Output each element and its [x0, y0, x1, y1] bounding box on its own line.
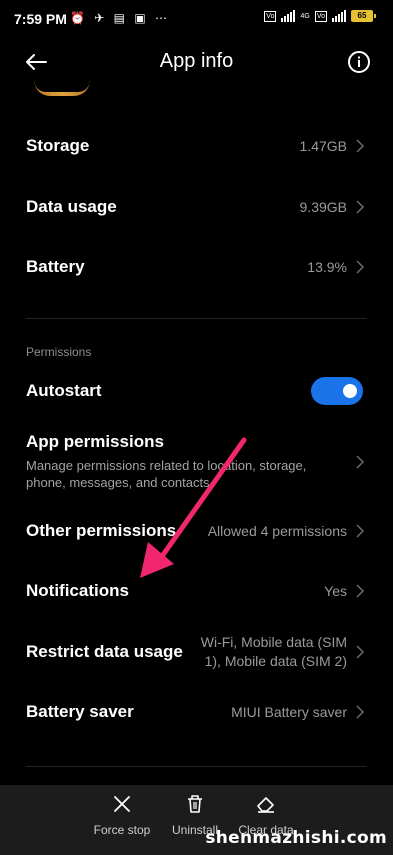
autostart-toggle[interactable]	[311, 377, 363, 405]
chevron-right-icon	[356, 524, 365, 538]
data-usage-row[interactable]: Data usage 9.39GB	[0, 192, 393, 222]
restrict-data-usage-row[interactable]: Restrict data usage Wi-Fi, Mobile data (…	[0, 632, 393, 672]
restrict-data-usage-label: Restrict data usage	[26, 642, 183, 661]
watermark: shenmazhishi.com	[205, 828, 387, 848]
volte-icon-2: Vo	[314, 10, 327, 22]
network-type: 4G	[300, 12, 310, 20]
battery-row[interactable]: Battery 13.9%	[0, 252, 393, 282]
storage-value: 1.47GB	[299, 138, 347, 154]
app-permissions-label: App permissions	[26, 432, 164, 451]
data-usage-value: 9.39GB	[299, 199, 347, 215]
chevron-right-icon	[356, 455, 365, 469]
close-icon	[114, 796, 130, 812]
eraser-icon	[257, 797, 274, 813]
restrict-data-usage-value: Wi-Fi, Mobile data (SIM 1), Mobile data …	[201, 633, 347, 671]
storage-row[interactable]: Storage 1.47GB	[0, 131, 393, 161]
notification-icons: ⏰ ✈ ▤ ▣ ⋯	[70, 11, 171, 25]
status-time: 7:59 PM	[14, 11, 67, 27]
battery-saver-label: Battery saver	[26, 702, 134, 721]
chevron-right-icon	[356, 645, 365, 659]
divider	[26, 766, 367, 767]
permissions-section-header: Permissions	[26, 345, 92, 359]
autostart-row[interactable]: Autostart	[0, 376, 393, 406]
chevron-right-icon	[356, 584, 365, 598]
info-icon[interactable]	[347, 50, 371, 74]
restrict-data-value-line1: Wi-Fi, Mobile data (SIM	[200, 634, 347, 650]
divider	[26, 318, 367, 319]
chevron-right-icon	[356, 139, 365, 153]
battery-icon: 65	[351, 10, 376, 22]
notifications-label: Notifications	[26, 581, 129, 600]
other-permissions-row[interactable]: Other permissions Allowed 4 permissions	[0, 516, 393, 546]
signal-icon-2	[332, 10, 346, 22]
autostart-label: Autostart	[26, 381, 102, 400]
battery-value: 13.9%	[307, 259, 347, 275]
signal-icon	[281, 10, 296, 22]
battery-label: Battery	[26, 257, 85, 276]
trash-icon	[188, 795, 202, 813]
toggle-knob	[343, 384, 357, 398]
force-stop-label: Force stop	[93, 823, 151, 837]
other-permissions-value: Allowed 4 permissions	[207, 523, 347, 539]
chevron-right-icon	[356, 260, 365, 274]
data-usage-label: Data usage	[26, 197, 117, 216]
status-icons: Vo 4G Vo 65	[264, 10, 376, 22]
battery-saver-row[interactable]: Battery saver MIUI Battery saver	[0, 697, 393, 727]
notifications-row[interactable]: Notifications Yes	[0, 576, 393, 606]
battery-saver-value: MIUI Battery saver	[231, 704, 347, 720]
chevron-right-icon	[356, 200, 365, 214]
force-stop-button[interactable]: Force stop	[82, 793, 162, 837]
page-title: App info	[159, 50, 234, 72]
app-bar: App info	[0, 40, 393, 84]
storage-label: Storage	[26, 136, 90, 155]
status-bar: 7:59 PM ⏰ ✈ ▤ ▣ ⋯ Vo 4G Vo 65	[0, 0, 393, 40]
app-permissions-description: Manage permissions related to location, …	[26, 458, 307, 490]
chevron-right-icon	[356, 705, 365, 719]
restrict-data-value-line2: 1), Mobile data (SIM 2)	[204, 653, 347, 669]
notifications-value: Yes	[324, 583, 347, 599]
volte-icon: Vo	[264, 10, 277, 22]
other-permissions-label: Other permissions	[26, 521, 177, 540]
annotation-arrow-icon	[140, 437, 247, 578]
app-permissions-row[interactable]: App permissions	[0, 430, 393, 469]
app-icon	[34, 80, 90, 96]
